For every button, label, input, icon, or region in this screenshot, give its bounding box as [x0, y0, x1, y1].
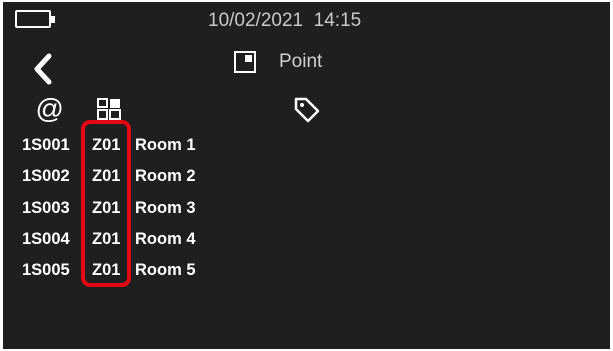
point-id: 1S002: [22, 167, 70, 186]
point-id: 1S004: [22, 229, 70, 248]
point-room: Room 4: [135, 229, 196, 248]
mode-title: Point: [279, 51, 323, 72]
device-screen: 10/02/2021 14:15 Point @ 1S001 Z01 Room …: [3, 2, 610, 349]
status-datetime: 10/02/2021 14:15: [208, 10, 362, 31]
tag-icon: [294, 97, 320, 123]
point-mode-icon: [234, 51, 256, 73]
back-chevron-icon[interactable]: [29, 52, 59, 86]
point-id: 1S005: [22, 261, 70, 280]
zone-column-highlight: [81, 120, 131, 287]
battery-icon: [15, 10, 55, 28]
point-id: 1S001: [22, 136, 70, 154]
point-id: 1S003: [22, 198, 70, 217]
point-room: Room 2: [135, 167, 196, 186]
grid-icon: [97, 98, 121, 120]
at-sign-icon: @: [35, 93, 64, 124]
point-room: Room 5: [135, 261, 196, 280]
point-room: Room 3: [135, 198, 196, 217]
point-room: Room 1: [135, 136, 196, 154]
